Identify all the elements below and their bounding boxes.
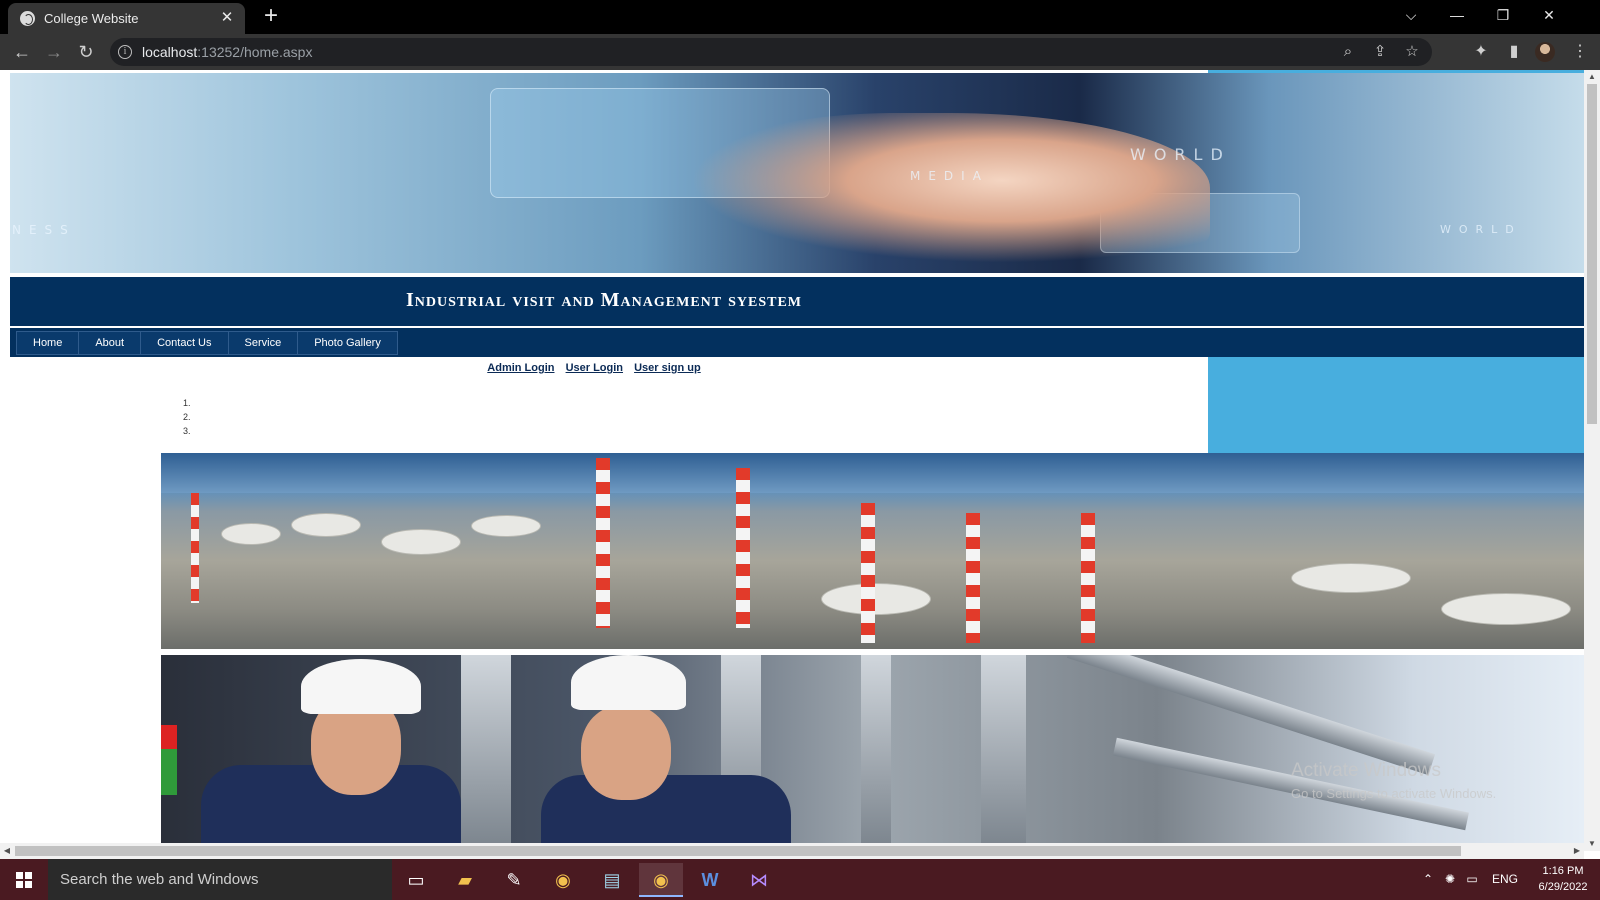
menu-item-contact-us[interactable]: Contact Us (141, 332, 229, 354)
close-tab-icon[interactable]: ✕ (217, 8, 237, 28)
minimize-icon[interactable]: — (1434, 0, 1480, 30)
user-signup-link[interactable]: User sign up (634, 362, 701, 374)
taskbar-search-placeholder: Search the web and Windows (60, 871, 259, 888)
scroll-left-arrow-icon[interactable]: ◀ (0, 843, 14, 859)
horizontal-scroll-thumb[interactable] (15, 846, 1461, 856)
empty-numbered-list: 1. 2. 3. (183, 396, 191, 438)
banner-word: WORLD (1440, 223, 1522, 236)
profile-avatar[interactable] (1535, 42, 1555, 62)
horizontal-scrollbar[interactable]: ◀ ▶ (0, 843, 1584, 859)
browser-tab-strip: College Website ✕ + ⌵ — ❐ ✕ (0, 0, 1600, 34)
scroll-down-arrow-icon[interactable]: ▼ (1584, 837, 1600, 851)
page-viewport: WORLD MEDIA WORLD NESS Industrial visit … (0, 70, 1600, 851)
chrome-icon[interactable]: ◉ (541, 863, 585, 897)
globe-icon (20, 11, 35, 26)
address-bar[interactable]: i localhost:13252/home.aspx ⌕ ⇪ ☆ (110, 38, 1432, 66)
browser-toolbar: ← → ↻ i localhost:13252/home.aspx ⌕ ⇪ ☆ … (0, 34, 1600, 70)
notifications-icon[interactable]: ▭ (1462, 859, 1482, 900)
main-menu-bar: Home About Contact Us Service Photo Gall… (10, 328, 1584, 357)
tray-chevron-up-icon[interactable]: ⌃ (1418, 859, 1438, 900)
info-icon[interactable]: i (118, 45, 132, 59)
notepad-icon[interactable]: ▤ (590, 863, 634, 897)
taskbar-search-box[interactable]: Search the web and Windows (48, 859, 392, 900)
auth-links: Admin Login User Login User sign up (0, 362, 1188, 374)
site-title: Industrial visit and Management syestem (405, 289, 803, 311)
menu-item-about[interactable]: About (79, 332, 142, 354)
back-icon[interactable]: ← (9, 39, 35, 65)
share-icon[interactable]: ⇪ (1370, 42, 1390, 62)
window-close-icon[interactable]: ✕ (1526, 0, 1572, 30)
menu-item-service[interactable]: Service (228, 332, 299, 354)
word-icon[interactable]: W (688, 863, 732, 897)
header-banner-image: WORLD MEDIA WORLD NESS (10, 73, 1584, 273)
paint-icon[interactable]: ✎ (492, 863, 536, 897)
scroll-up-arrow-icon[interactable]: ▲ (1584, 70, 1600, 84)
chrome-active-icon[interactable]: ◉ (639, 863, 683, 897)
restore-icon[interactable]: ❐ (1480, 0, 1526, 30)
zoom-icon[interactable]: ⌕ (1338, 42, 1358, 62)
hand-image (690, 113, 1210, 263)
extensions-icon[interactable]: ✦ (1468, 39, 1494, 65)
visual-studio-icon[interactable]: ⋈ (737, 863, 781, 897)
language-indicator[interactable]: ENG (1488, 859, 1522, 900)
watermark-subtitle: Go to Settings to activate Windows. (1291, 786, 1497, 801)
task-view-icon[interactable]: ▭ (394, 863, 438, 897)
list-item: 2. (183, 412, 191, 422)
admin-login-link[interactable]: Admin Login (487, 362, 554, 374)
banner-word: MEDIA (910, 169, 989, 183)
activate-windows-watermark: Activate Windows Go to Settings to activ… (1291, 760, 1496, 801)
taskbar-clock[interactable]: 1:16 PM 6/29/2022 (1528, 863, 1598, 895)
tab-search-chevron-down-icon[interactable]: ⌵ (1388, 0, 1434, 30)
banner-word: NESS (12, 223, 76, 237)
new-tab-button[interactable]: + (258, 3, 284, 29)
scroll-right-arrow-icon[interactable]: ▶ (1570, 843, 1584, 859)
network-icon[interactable]: ✺ (1440, 859, 1460, 900)
watermark-title: Activate Windows (1291, 760, 1441, 781)
main-menu: Home About Contact Us Service Photo Gall… (16, 331, 398, 355)
windows-logo-icon (16, 872, 32, 888)
user-login-link[interactable]: User Login (566, 362, 623, 374)
clock-date: 6/29/2022 (1538, 881, 1588, 893)
list-item: 3. (183, 426, 191, 436)
menu-item-photo-gallery[interactable]: Photo Gallery (298, 332, 397, 354)
forward-icon[interactable]: → (41, 39, 67, 65)
banner-word: WORLD (1130, 145, 1231, 164)
refinery-photo (161, 453, 1584, 649)
engineers-photo (161, 655, 1584, 851)
clock-time: 1:16 PM (1542, 865, 1584, 877)
site-title-bar: Industrial visit and Management syestem (10, 273, 1584, 328)
reload-icon[interactable]: ↻ (73, 39, 99, 65)
menu-dots-icon[interactable]: ⋮ (1567, 39, 1593, 65)
list-item: 1. (183, 398, 191, 408)
file-explorer-icon[interactable]: ▰ (443, 863, 487, 897)
sidepanel-icon[interactable]: ▮ (1501, 39, 1527, 65)
vertical-scroll-thumb[interactable] (1587, 84, 1597, 424)
browser-tab[interactable]: College Website ✕ (8, 3, 245, 34)
star-icon[interactable]: ☆ (1402, 42, 1422, 62)
start-button[interactable] (8, 867, 40, 893)
vertical-scrollbar[interactable]: ▲ ▼ (1584, 70, 1600, 851)
windows-taskbar: Search the web and Windows ▭ ▰ ✎ ◉ ▤ ◉ W… (0, 859, 1600, 900)
url-text: localhost:13252/home.aspx (142, 44, 313, 60)
tab-title: College Website (44, 11, 139, 26)
menu-item-home[interactable]: Home (17, 332, 80, 354)
